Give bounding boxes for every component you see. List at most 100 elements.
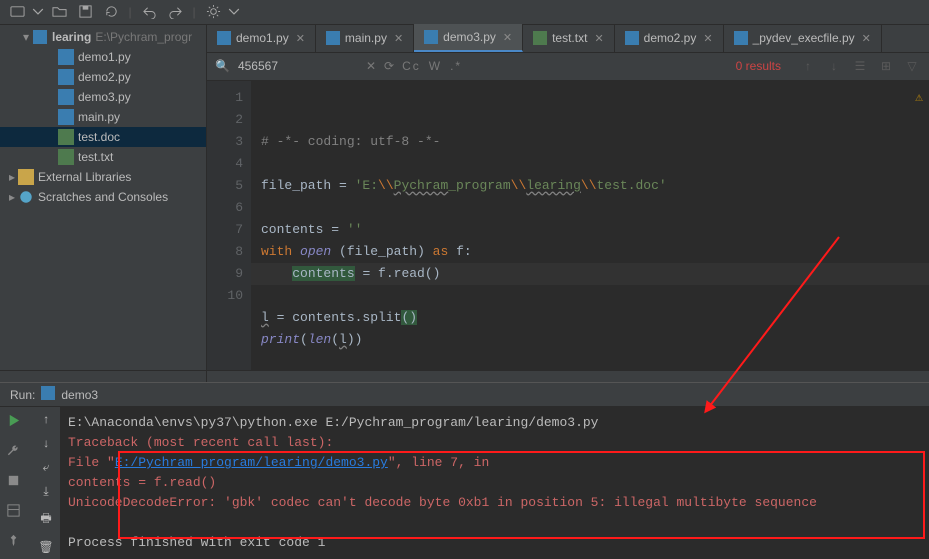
file-icon xyxy=(58,89,74,105)
file-icon xyxy=(58,69,74,85)
file-link[interactable]: E:/Pychram_program/learing/demo3.py xyxy=(115,455,388,470)
file-icon xyxy=(424,30,438,44)
code-content[interactable]: # -*- coding: utf-8 -*- file_path = 'E:\… xyxy=(251,81,929,370)
close-icon[interactable]: ✕ xyxy=(296,32,305,45)
stop-icon[interactable] xyxy=(6,473,26,493)
line-gutter: 12345678910 xyxy=(207,81,251,370)
console-line: Process finished with exit code 1 xyxy=(68,533,921,553)
tree-horizontal-scrollbar[interactable] xyxy=(0,370,206,382)
file-name: test.txt xyxy=(78,150,113,164)
add-selection-icon[interactable]: ⊞ xyxy=(877,59,895,73)
match-case-toggle[interactable]: Cc xyxy=(402,59,421,73)
search-results-count: 0 results xyxy=(736,59,781,73)
tree-file[interactable]: demo2.py xyxy=(0,67,206,87)
file-name: demo3.py xyxy=(78,90,131,104)
external-libraries[interactable]: ▸ External Libraries xyxy=(0,167,206,187)
python-file-icon xyxy=(41,386,55,403)
chevron-right-icon[interactable]: ▸ xyxy=(6,170,18,184)
editor-tab[interactable]: _pydev_execfile.py ✕ xyxy=(724,24,882,52)
file-icon xyxy=(734,31,748,45)
console-line: E:\Anaconda\envs\py37\python.exe E:/Pych… xyxy=(68,413,921,433)
editor-tab[interactable]: demo1.py ✕ xyxy=(207,24,316,52)
run-config-name: demo3 xyxy=(61,388,98,402)
up-icon[interactable]: ↑ xyxy=(42,413,49,427)
tree-file[interactable]: demo1.py xyxy=(0,47,206,67)
run-console[interactable]: E:\Anaconda\envs\py37\python.exe E:/Pych… xyxy=(60,407,929,559)
code-editor[interactable]: 12345678910 # -*- coding: utf-8 -*- file… xyxy=(207,81,929,370)
run-header-label: Run: xyxy=(10,388,35,402)
run-icon[interactable] xyxy=(6,413,26,433)
project-root[interactable]: ▾ learing E:\Pychram_progr xyxy=(0,27,206,47)
chevron-down-icon[interactable] xyxy=(32,1,44,23)
history-icon[interactable]: ⟳ xyxy=(384,59,394,73)
editor-tabs: demo1.py✕main.py✕demo3.py✕test.txt✕demo2… xyxy=(207,25,929,53)
tab-label: _pydev_execfile.py xyxy=(753,31,855,45)
libraries-icon xyxy=(18,169,34,185)
project-view-icon[interactable] xyxy=(6,1,28,23)
redo-icon[interactable] xyxy=(164,1,186,23)
file-icon xyxy=(58,149,74,165)
editor-tab[interactable]: test.txt✕ xyxy=(523,24,615,52)
console-line: File "E:/Pychram_program/learing/demo3.p… xyxy=(68,453,921,473)
select-all-icon[interactable]: ☰ xyxy=(851,59,869,73)
regex-toggle[interactable]: .* xyxy=(450,59,462,73)
scroll-to-end-icon[interactable]: ⤓ xyxy=(43,485,48,499)
chevron-down-icon[interactable]: ▾ xyxy=(20,30,32,44)
tree-file[interactable]: demo3.py xyxy=(0,87,206,107)
print-icon[interactable]: 🖶 xyxy=(40,509,51,530)
close-icon[interactable]: ✕ xyxy=(394,32,403,45)
console-line: contents = f.read() xyxy=(68,473,921,493)
gear-icon[interactable] xyxy=(202,1,224,23)
project-root-name: learing xyxy=(52,30,91,44)
editor-horizontal-scrollbar[interactable] xyxy=(207,370,929,382)
file-name: main.py xyxy=(78,110,120,124)
chevron-right-icon[interactable]: ▸ xyxy=(6,190,18,204)
file-icon xyxy=(58,129,74,145)
whole-word-toggle[interactable]: W xyxy=(429,59,442,73)
console-line: UnicodeDecodeError: 'gbk' codec can't de… xyxy=(68,493,921,513)
close-icon[interactable]: ✕ xyxy=(503,31,512,44)
close-icon[interactable]: ✕ xyxy=(862,32,871,45)
run-toolbar-left xyxy=(0,407,32,559)
console-line xyxy=(68,513,921,533)
tree-file[interactable]: test.doc xyxy=(0,127,206,147)
pin-icon[interactable] xyxy=(6,533,26,553)
scratches-icon xyxy=(18,189,34,205)
next-match-icon[interactable]: ↓ xyxy=(825,59,843,73)
save-icon[interactable] xyxy=(74,1,96,23)
undo-icon[interactable] xyxy=(138,1,160,23)
filter-icon[interactable]: ▽ xyxy=(903,59,921,73)
tree-file[interactable]: test.txt xyxy=(0,147,206,167)
project-root-path: E:\Pychram_progr xyxy=(95,30,192,44)
editor-tab[interactable]: demo3.py ✕ xyxy=(414,24,523,52)
warning-icon[interactable]: ⚠ xyxy=(915,87,923,109)
down-icon[interactable]: ↓ xyxy=(42,437,49,451)
soft-wrap-icon[interactable]: ⤶ xyxy=(43,461,50,475)
open-file-icon[interactable] xyxy=(48,1,70,23)
editor-tab[interactable]: main.py✕ xyxy=(316,24,414,52)
tree-file[interactable]: main.py xyxy=(0,107,206,127)
close-icon[interactable]: ✕ xyxy=(703,32,712,45)
prev-match-icon[interactable]: ↑ xyxy=(799,59,817,73)
run-tool-window: Run: demo3 ↑ ↓ ⤶ ⤓ 🖶 🗑 E:\Anacon xyxy=(0,382,929,559)
external-libraries-label: External Libraries xyxy=(38,170,131,184)
run-toolbar-inner: ↑ ↓ ⤶ ⤓ 🖶 🗑 xyxy=(32,407,60,559)
file-icon xyxy=(58,109,74,125)
wrench-icon[interactable] xyxy=(6,443,26,463)
layout-icon[interactable] xyxy=(6,503,26,523)
chevron-down-icon[interactable] xyxy=(228,1,240,23)
refresh-icon[interactable] xyxy=(100,1,122,23)
editor-tab[interactable]: demo2.py✕ xyxy=(615,24,724,52)
file-icon xyxy=(217,31,231,45)
file-name: demo2.py xyxy=(78,70,131,84)
clear-icon[interactable]: 🗑 xyxy=(38,540,53,555)
scratches-consoles[interactable]: ▸ Scratches and Consoles xyxy=(0,187,206,207)
tab-label: demo3.py xyxy=(443,30,496,44)
file-icon xyxy=(58,49,74,65)
search-input[interactable] xyxy=(238,59,358,73)
file-name: demo1.py xyxy=(78,50,131,64)
close-icon[interactable]: ✕ xyxy=(594,32,603,45)
search-icon: 🔍 xyxy=(215,59,230,73)
tab-label: demo1.py xyxy=(236,31,289,45)
clear-search-icon[interactable]: ✕ xyxy=(366,59,376,73)
